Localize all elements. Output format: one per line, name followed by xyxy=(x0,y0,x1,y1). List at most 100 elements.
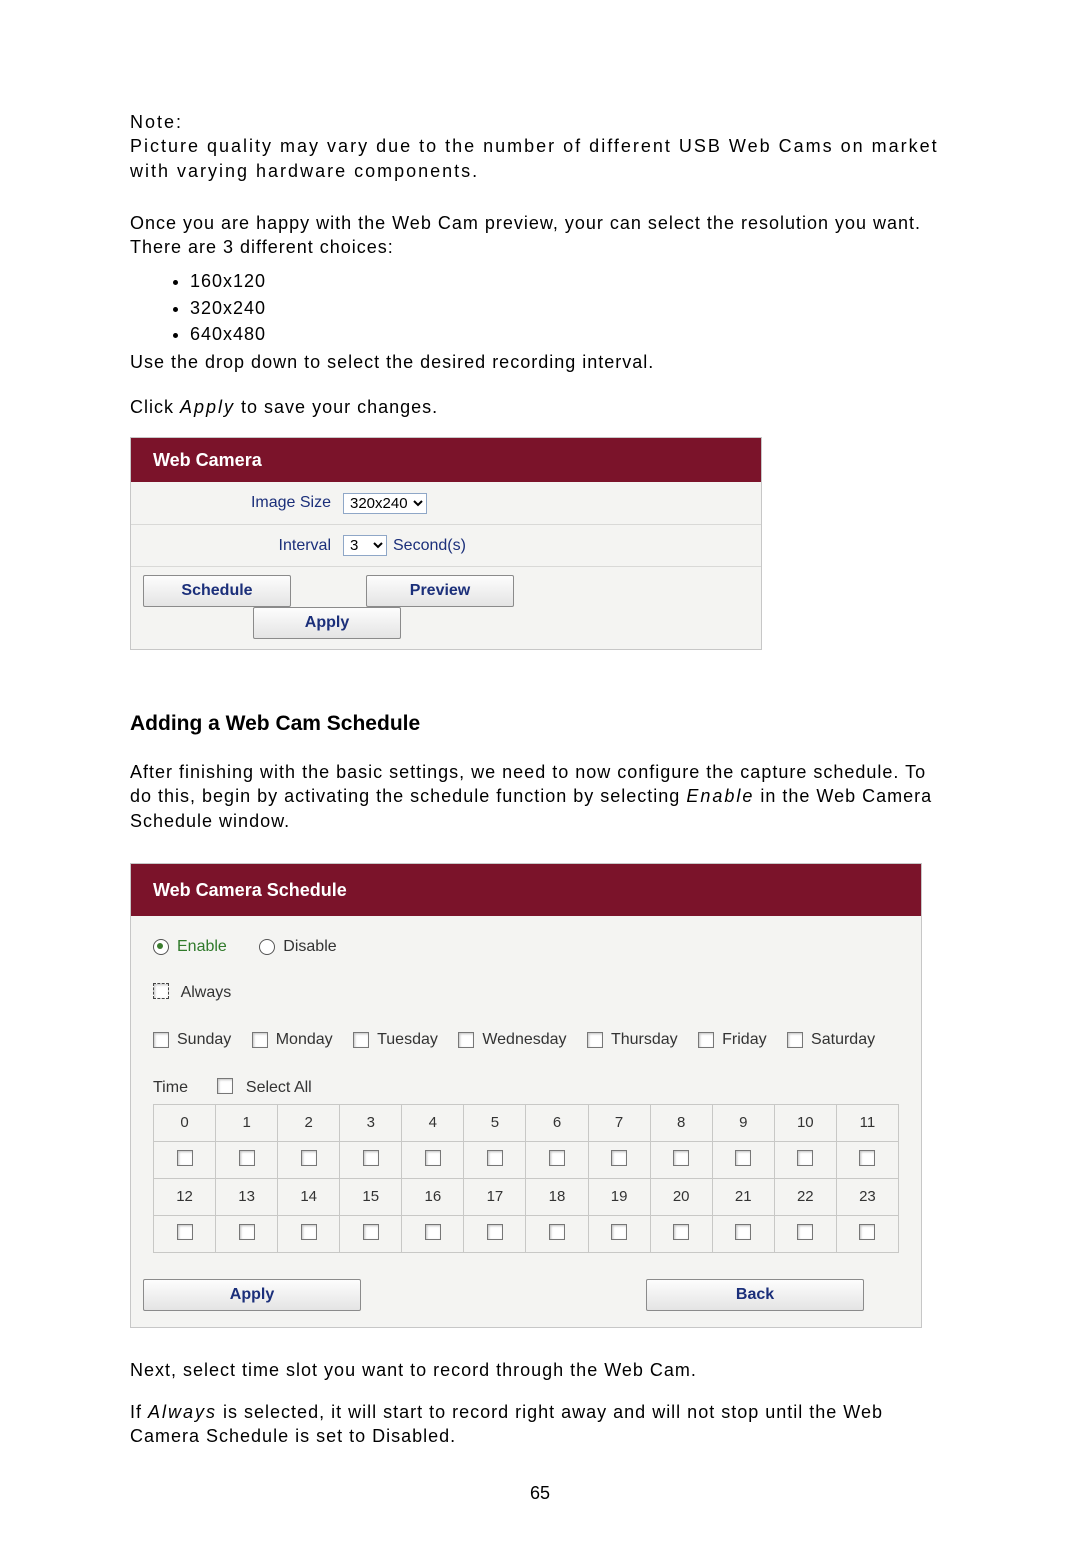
days-row: Sunday Monday Tuesday Wednesday Thursday… xyxy=(153,1029,899,1054)
hour-checkbox[interactable] xyxy=(425,1224,441,1240)
day-label: Wednesday xyxy=(482,1029,566,1051)
hours-check-row-1 xyxy=(154,1142,899,1179)
always-italic-word: Always xyxy=(148,1402,217,1422)
day-checkbox-monday[interactable] xyxy=(252,1032,268,1048)
apply-button[interactable]: Apply xyxy=(253,607,401,639)
hours-check-row-2 xyxy=(154,1216,899,1253)
hour-cell: 8 xyxy=(650,1105,712,1142)
hour-checkbox[interactable] xyxy=(301,1224,317,1240)
hour-checkbox[interactable] xyxy=(487,1150,503,1166)
enable-radio[interactable]: Enable xyxy=(153,936,227,958)
schedule-panel-buttons: Apply Back xyxy=(131,1267,921,1327)
hour-checkbox[interactable] xyxy=(673,1224,689,1240)
intro-happy: Once you are happy with the Web Cam prev… xyxy=(130,211,950,260)
section-heading-schedule: Adding a Web Cam Schedule xyxy=(130,710,950,738)
hour-cell: 0 xyxy=(154,1105,216,1142)
after-sched-p2-prefix: If xyxy=(130,1402,148,1422)
hour-checkbox[interactable] xyxy=(487,1224,503,1240)
hour-cell: 5 xyxy=(464,1105,526,1142)
hour-cell: 7 xyxy=(588,1105,650,1142)
webcam-panel-title: Web Camera xyxy=(131,438,761,482)
hour-checkbox[interactable] xyxy=(239,1224,255,1240)
hour-checkbox[interactable] xyxy=(673,1150,689,1166)
time-selectall-row: Time Select All xyxy=(153,1077,899,1099)
hour-checkbox[interactable] xyxy=(611,1150,627,1166)
hour-cell: 22 xyxy=(774,1179,836,1216)
hour-checkbox[interactable] xyxy=(549,1150,565,1166)
hour-checkbox[interactable] xyxy=(239,1150,255,1166)
always-row: Always xyxy=(153,982,899,1004)
day-label: Saturday xyxy=(811,1029,875,1051)
hour-cell: 4 xyxy=(402,1105,464,1142)
hour-checkbox[interactable] xyxy=(363,1224,379,1240)
apply-word: Apply xyxy=(180,397,235,417)
choice-item: 320x240 xyxy=(190,296,950,320)
radio-selected-icon xyxy=(153,939,169,955)
schedule-panel: Web Camera Schedule Enable Disable Alway… xyxy=(130,863,922,1328)
hour-checkbox[interactable] xyxy=(735,1150,751,1166)
webcam-panel-buttons: Schedule Preview Apply xyxy=(131,567,761,648)
click-suffix: to save your changes. xyxy=(235,397,438,417)
schedule-button[interactable]: Schedule xyxy=(143,575,291,607)
hours-header-row-2: 12 13 14 15 16 17 18 19 20 21 22 23 xyxy=(154,1179,899,1216)
day-checkbox-wednesday[interactable] xyxy=(458,1032,474,1048)
day-checkbox-thursday[interactable] xyxy=(587,1032,603,1048)
dropdown-instruction: Use the drop down to select the desired … xyxy=(130,350,950,374)
image-size-select[interactable]: 320x240 xyxy=(343,493,427,514)
interval-select[interactable]: 3 xyxy=(343,535,387,556)
click-apply-line: Click Apply to save your changes. xyxy=(130,395,950,419)
enable-disable-row: Enable Disable xyxy=(153,936,899,961)
hour-checkbox[interactable] xyxy=(735,1224,751,1240)
hours-header-row-1: 0 1 2 3 4 5 6 7 8 9 10 11 xyxy=(154,1105,899,1142)
hour-cell: 11 xyxy=(836,1105,898,1142)
hour-cell: 17 xyxy=(464,1179,526,1216)
after-sched-p1: Next, select time slot you want to recor… xyxy=(130,1358,950,1382)
enable-word: Enable xyxy=(686,786,754,806)
day-checkbox-tuesday[interactable] xyxy=(353,1032,369,1048)
day-label: Sunday xyxy=(177,1029,231,1051)
hour-checkbox[interactable] xyxy=(859,1150,875,1166)
select-all-label: Select All xyxy=(246,1079,312,1096)
hour-cell: 10 xyxy=(774,1105,836,1142)
select-all-checkbox[interactable] xyxy=(217,1078,233,1094)
hour-checkbox[interactable] xyxy=(797,1224,813,1240)
hour-checkbox[interactable] xyxy=(177,1150,193,1166)
note-label: Note: xyxy=(130,110,950,134)
day-checkbox-sunday[interactable] xyxy=(153,1032,169,1048)
hour-checkbox[interactable] xyxy=(859,1224,875,1240)
after-sched-p2-suffix: is selected, it will start to record rig… xyxy=(130,1402,883,1446)
hour-checkbox[interactable] xyxy=(797,1150,813,1166)
schedule-back-button[interactable]: Back xyxy=(646,1279,864,1311)
hour-cell: 15 xyxy=(340,1179,402,1216)
webcam-panel: Web Camera Image Size 320x240 Interval 3… xyxy=(130,437,762,650)
hour-checkbox[interactable] xyxy=(363,1150,379,1166)
always-checkbox[interactable] xyxy=(153,983,169,999)
hour-checkbox[interactable] xyxy=(177,1224,193,1240)
resolution-choices: 160x120 320x240 640x480 xyxy=(170,269,950,346)
preview-button[interactable]: Preview xyxy=(366,575,514,607)
interval-suffix: Second(s) xyxy=(393,535,466,557)
hour-cell: 6 xyxy=(526,1105,588,1142)
after-sched-p2: If Always is selected, it will start to … xyxy=(130,1400,950,1449)
hour-cell: 3 xyxy=(340,1105,402,1142)
day-checkbox-friday[interactable] xyxy=(698,1032,714,1048)
day-label: Tuesday xyxy=(377,1029,438,1051)
interval-label: Interval xyxy=(131,535,343,557)
hour-checkbox[interactable] xyxy=(301,1150,317,1166)
hour-checkbox[interactable] xyxy=(549,1224,565,1240)
disable-radio-label: Disable xyxy=(283,936,336,958)
hour-cell: 16 xyxy=(402,1179,464,1216)
enable-radio-label: Enable xyxy=(177,936,227,958)
day-checkbox-saturday[interactable] xyxy=(787,1032,803,1048)
day-label: Friday xyxy=(722,1029,766,1051)
hour-cell: 20 xyxy=(650,1179,712,1216)
hours-table: 0 1 2 3 4 5 6 7 8 9 10 11 xyxy=(153,1104,899,1253)
disable-radio[interactable]: Disable xyxy=(259,936,336,958)
hour-cell: 2 xyxy=(278,1105,340,1142)
schedule-apply-button[interactable]: Apply xyxy=(143,1279,361,1311)
hour-cell: 21 xyxy=(712,1179,774,1216)
page-number: 65 xyxy=(130,1481,950,1505)
hour-checkbox[interactable] xyxy=(425,1150,441,1166)
interval-row: Interval 3 Second(s) xyxy=(131,525,761,568)
hour-checkbox[interactable] xyxy=(611,1224,627,1240)
